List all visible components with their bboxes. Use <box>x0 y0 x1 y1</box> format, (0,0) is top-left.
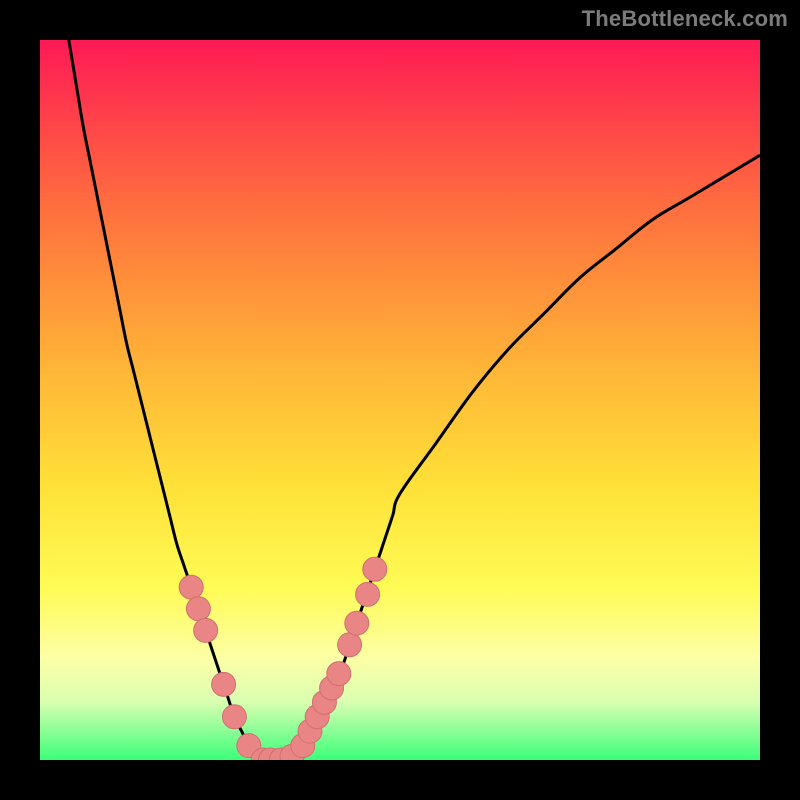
highlight-marker <box>356 582 380 606</box>
chart-frame: TheBottleneck.com <box>0 0 800 800</box>
highlight-marker <box>327 662 351 686</box>
highlight-marker <box>338 633 362 657</box>
highlight-marker <box>179 575 203 599</box>
highlight-marker <box>363 557 387 581</box>
highlight-marker <box>186 597 210 621</box>
curve-layer <box>40 40 760 760</box>
watermark-text: TheBottleneck.com <box>582 6 788 32</box>
highlight-marker <box>212 672 236 696</box>
highlight-marker <box>222 705 246 729</box>
highlight-marker <box>194 618 218 642</box>
highlight-marker <box>345 611 369 635</box>
bottleneck-curve <box>40 40 760 760</box>
plot-area <box>40 40 760 760</box>
